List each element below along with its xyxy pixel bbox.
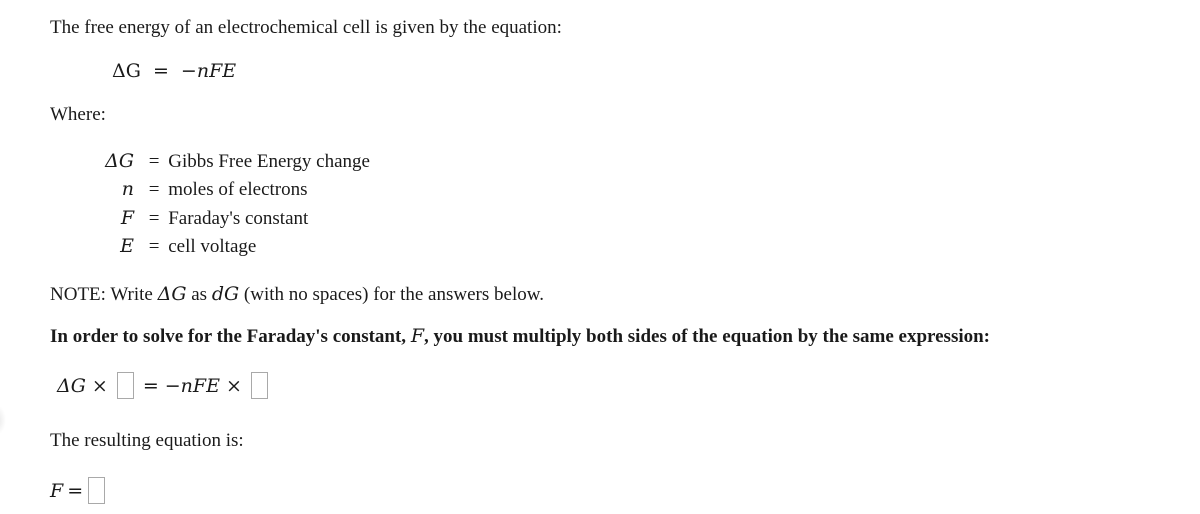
result-label: The resulting equation is: — [50, 430, 244, 451]
def-equals: = — [148, 236, 160, 257]
instruction-prefix: In order to solve for the Faraday's cons… — [50, 326, 411, 347]
note-suffix: (with no spaces) for the answers below. — [239, 284, 544, 305]
eq-rhs: −nFE — [180, 60, 237, 82]
answer-input-left[interactable] — [116, 372, 134, 399]
times-sign: × — [225, 374, 242, 397]
definition-row: ΔG = Gibbs Free Energy change — [86, 150, 370, 178]
eq-lhs: ΔG — [112, 60, 141, 82]
mult-lhs: ΔG — [57, 374, 86, 397]
def-symbol: ΔG — [105, 150, 134, 172]
definition-row: E = cell voltage — [86, 235, 256, 263]
def-symbol: n — [121, 178, 134, 200]
def-text: Gibbs Free Energy change — [168, 151, 370, 172]
def-symbol: E — [120, 235, 134, 257]
def-text: moles of electrons — [168, 179, 308, 200]
note-mid: as — [186, 284, 212, 305]
result-lhs: F — [50, 479, 64, 502]
definition-row: n = moles of electrons — [86, 178, 308, 206]
answer-input-right[interactable] — [250, 372, 268, 399]
mult-rhs: −nFE — [164, 374, 220, 397]
note-text: NOTE: Write ΔG as dG (with no spaces) fo… — [50, 283, 544, 306]
eq-equals: = — [152, 60, 169, 82]
intro-text: The free energy of an electrochemical ce… — [50, 17, 562, 38]
note-symbol: ΔG — [157, 283, 187, 305]
def-equals: = — [148, 208, 160, 229]
def-text: Faraday's constant — [168, 208, 309, 229]
main-equation: ΔG = −nFE — [112, 60, 236, 82]
instruction-symbol: F — [410, 325, 424, 347]
mult-equals: = — [142, 374, 159, 397]
def-equals: = — [148, 151, 160, 172]
edge-shadow — [0, 405, 6, 435]
instruction-text: In order to solve for the Faraday's cons… — [50, 325, 990, 348]
def-text: cell voltage — [168, 236, 257, 257]
result-equals: = — [67, 479, 84, 502]
multiply-equation: ΔG × = −nFE × — [57, 372, 271, 399]
note-replacement: dG — [211, 283, 240, 305]
result-equation: F = — [50, 477, 108, 504]
def-symbol: F — [120, 207, 134, 229]
instruction-suffix: , you must multiply both sides of the eq… — [424, 326, 991, 347]
def-equals: = — [148, 179, 160, 200]
where-label: Where: — [50, 104, 106, 125]
definition-row: F = Faraday's constant — [86, 207, 309, 235]
times-sign: × — [91, 374, 108, 397]
note-prefix: NOTE: Write — [50, 284, 158, 305]
answer-input-result[interactable] — [88, 477, 106, 504]
definitions-list: ΔG = Gibbs Free Energy change n = moles … — [86, 150, 486, 270]
